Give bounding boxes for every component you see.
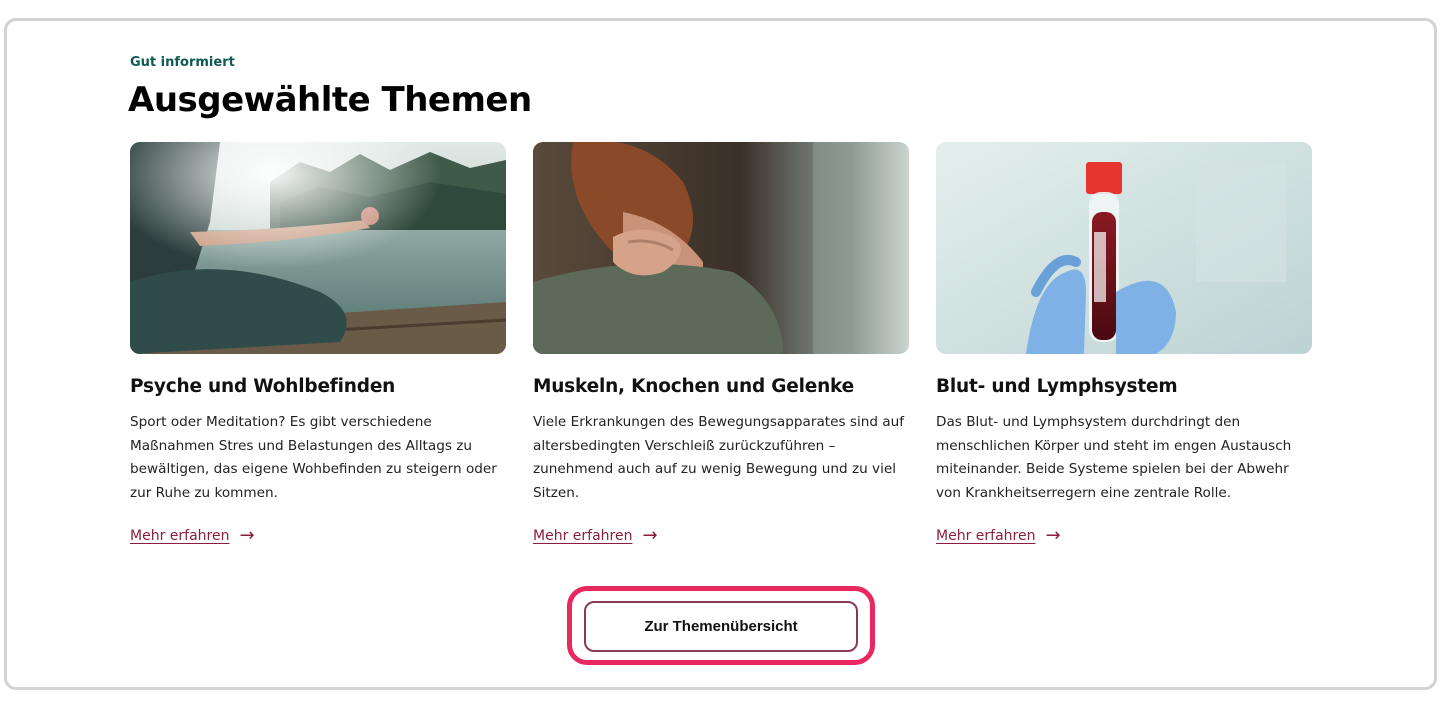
card-link-label: Mehr erfahren [533, 528, 633, 544]
topic-card-blut: Blut- und Lymphsystem Das Blut- und Lymp… [936, 142, 1312, 545]
topic-overview-button[interactable]: Zur Themenübersicht [584, 601, 858, 652]
section-title: Ausgewählte Themen [128, 80, 532, 120]
card-image-blood-sample[interactable] [936, 142, 1312, 354]
card-link-label: Mehr erfahren [130, 528, 230, 544]
card-image-neck-pain[interactable] [533, 142, 909, 354]
topic-card-psyche: Psyche und Wohlbefinden Sport oder Medit… [130, 142, 506, 545]
card-title: Muskeln, Knochen und Gelenke [533, 376, 855, 397]
card-title: Blut- und Lymphsystem [936, 376, 1178, 397]
arrow-right-icon: → [1045, 525, 1061, 546]
card-description: Das Blut- und Lymphsystem durchdringt de… [936, 414, 1292, 501]
topic-card-muskeln: Muskeln, Knochen und Gelenke Viele Erkra… [533, 142, 909, 545]
card-link-more[interactable]: Mehr erfahren → [130, 527, 255, 545]
arrow-right-icon: → [642, 525, 658, 546]
card-title: Psyche und Wohlbefinden [130, 376, 396, 397]
card-image-meditation[interactable] [130, 142, 506, 354]
card-description: Viele Erkrankungen des Bewegungsapparate… [533, 414, 905, 501]
arrow-right-icon: → [239, 525, 255, 546]
section-eyebrow: Gut informiert [130, 55, 235, 70]
card-link-more[interactable]: Mehr erfahren → [936, 527, 1061, 545]
card-link-more[interactable]: Mehr erfahren → [533, 527, 658, 545]
card-description: Sport oder Meditation? Es gibt verschied… [130, 414, 497, 501]
card-link-label: Mehr erfahren [936, 528, 1036, 544]
